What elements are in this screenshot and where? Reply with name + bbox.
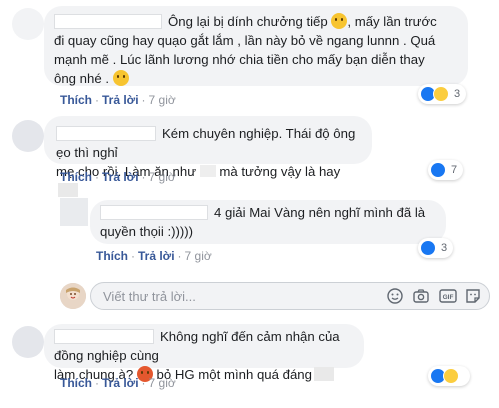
reaction-count: 7 — [451, 164, 458, 176]
timestamp[interactable]: 7 giờ — [149, 376, 176, 390]
like-link[interactable]: Thích — [60, 93, 92, 107]
reply-link[interactable]: Trả lời — [138, 249, 175, 263]
reply-composer: Viết thư trả lời... GIF — [60, 280, 490, 312]
reply-link[interactable]: Trả lời — [102, 170, 139, 184]
current-user-avatar — [60, 283, 86, 309]
replier-name-redacted[interactable] — [100, 205, 208, 220]
emoji-icon[interactable] — [387, 288, 403, 304]
camera-icon[interactable] — [413, 288, 429, 304]
comment-text: quyền thọii :))))) — [100, 224, 194, 239]
reply-bubble: 4 giải Mai Vàng nên nghĩ mình đã là quyề… — [90, 200, 446, 244]
reaction-summary[interactable]: 3 — [418, 238, 454, 258]
sticker-icon[interactable] — [465, 288, 481, 304]
like-reaction-icon — [430, 162, 446, 178]
reaction-count: 3 — [454, 88, 461, 100]
commenter-name-redacted[interactable] — [54, 329, 154, 344]
reply-link[interactable]: Trả lời — [102, 376, 139, 390]
redacted-word — [199, 165, 216, 177]
comment-text: ông nhé . — [54, 71, 109, 86]
comment-text: mạnh mẽ . Lúc lãnh lương nhớ chia tiền c… — [54, 52, 425, 67]
comment-actions: Thích · Trả lời · 7 giờ — [60, 93, 176, 107]
comment-text: Ông lại bị dính chưởng tiếp — [168, 14, 328, 29]
timestamp[interactable]: 7 giờ — [185, 249, 212, 263]
svg-text:GIF: GIF — [443, 294, 454, 301]
like-link[interactable]: Thích — [96, 249, 128, 263]
reply-input[interactable]: Viết thư trả lời... GIF — [90, 282, 490, 310]
comment-bubble: Ông lại bị dính chưởng tiếp , mấy lần tr… — [44, 6, 468, 86]
reply-placeholder: Viết thư trả lời... — [103, 289, 196, 304]
timestamp[interactable]: 7 giờ — [149, 170, 176, 184]
commenter-name-redacted[interactable] — [54, 14, 162, 29]
haha-reaction-icon — [433, 86, 449, 102]
redacted-word — [58, 183, 78, 197]
reaction-summary[interactable]: 7 — [428, 160, 464, 180]
comment-text: đi quay cũng hay quạo gắt lắm , lần này … — [54, 33, 436, 48]
redacted-word — [313, 367, 334, 381]
reaction-summary[interactable] — [428, 366, 470, 386]
comment-actions: Thích · Trả lời · 7 giờ — [60, 170, 176, 184]
haha-reaction-icon — [443, 368, 459, 384]
reply-actions: Thích · Trả lời · 7 giờ — [96, 249, 212, 263]
grin-emoji-icon — [112, 70, 129, 86]
gif-icon[interactable]: GIF — [439, 288, 457, 304]
comment-text: , mấy lần trước — [347, 14, 437, 29]
comment-text: mà tưởng vậy là hay — [219, 164, 341, 179]
reply-link[interactable]: Trả lời — [102, 93, 139, 107]
rofl-emoji-icon — [331, 13, 348, 29]
replier-avatar[interactable] — [60, 198, 88, 226]
like-link[interactable]: Thích — [60, 376, 92, 390]
like-reaction-icon — [420, 240, 436, 256]
comment-text: 4 giải Mai Vàng nên nghĩ mình đã là — [214, 205, 426, 220]
reaction-summary[interactable]: 3 — [418, 84, 467, 104]
reaction-count: 3 — [441, 242, 448, 254]
comment-bubble: Kém chuyên nghiệp. Thái độ ông ẹo thì ng… — [44, 116, 372, 197]
comment-bubble: Không nghĩ đến cảm nhận của đồng nghiệp … — [44, 324, 364, 382]
commenter-avatar[interactable] — [12, 8, 44, 40]
comment-text: bỏ HG một mình quá đáng — [156, 367, 312, 382]
timestamp[interactable]: 7 giờ — [149, 93, 176, 107]
like-link[interactable]: Thích — [60, 170, 92, 184]
commenter-avatar[interactable] — [12, 120, 44, 152]
comment-actions: Thích · Trả lời · 7 giờ — [60, 376, 176, 390]
commenter-name-redacted[interactable] — [56, 126, 156, 141]
commenter-avatar[interactable] — [12, 326, 44, 358]
